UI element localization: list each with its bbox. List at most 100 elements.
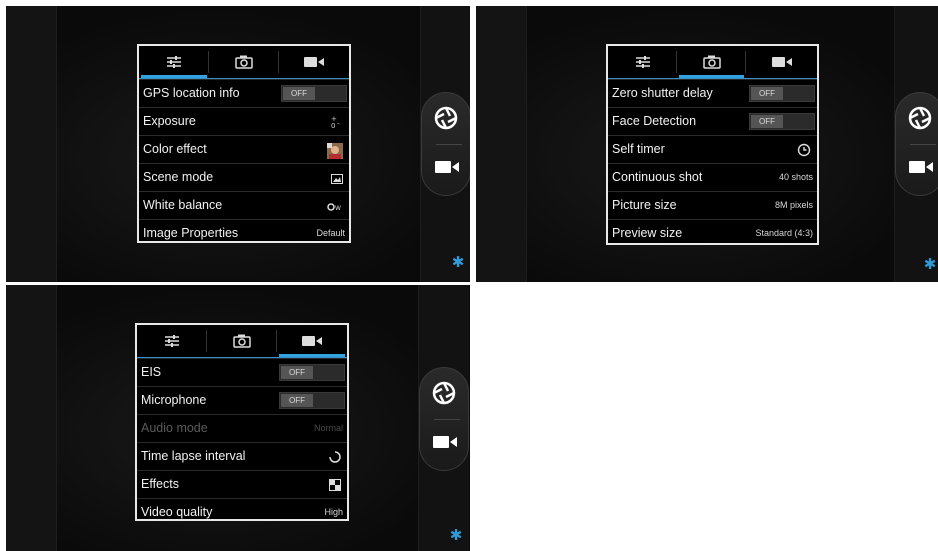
setting-value: Normal xyxy=(313,423,343,433)
camera-controls-bar: ✱ xyxy=(894,6,938,282)
screenshot-video-settings: ✱ EIS OFF Microphone OFF Audio mode Normal Tim… xyxy=(6,285,470,551)
setting-label: Audio mode xyxy=(141,421,208,435)
scene-mode-icon xyxy=(331,171,343,189)
setting-label: Video quality xyxy=(141,505,213,519)
camera-icon xyxy=(235,55,253,74)
sliders-icon xyxy=(635,55,651,74)
mode-switcher xyxy=(895,92,938,196)
setting-label: Face Detection xyxy=(612,114,697,128)
tab-settings[interactable] xyxy=(139,46,209,78)
tab-camera[interactable] xyxy=(207,325,277,357)
setting-label: Picture size xyxy=(612,198,677,212)
setting-row[interactable]: White balance W xyxy=(139,191,349,219)
toggle-state-label: OFF xyxy=(751,115,783,128)
svg-text:0: 0 xyxy=(331,122,335,129)
toggle-switch[interactable]: OFF xyxy=(279,392,345,409)
toggle-state-label: OFF xyxy=(281,394,313,407)
left-bezel xyxy=(6,285,57,551)
tab-video[interactable] xyxy=(746,46,817,78)
toggle-switch[interactable]: OFF xyxy=(279,364,345,381)
settings-panel: GPS location info OFF Exposure +0- Color eff… xyxy=(137,44,351,243)
setting-row[interactable]: Video quality High xyxy=(137,498,347,526)
exposure-icon: +0- xyxy=(329,115,343,134)
setting-row[interactable]: Self timer xyxy=(608,135,817,163)
camera-icon xyxy=(233,334,251,353)
shutter-icon[interactable] xyxy=(432,381,456,405)
screenshot-camera-settings: ✱ Zero shutter delay OFF Face Detection OFF… xyxy=(476,6,938,282)
white-balance-auto-icon: W xyxy=(327,199,343,217)
setting-row[interactable]: Scene mode xyxy=(139,163,349,191)
setting-row[interactable]: Image Properties Default xyxy=(139,219,349,247)
setting-row[interactable]: Preview size Standard (4:3) xyxy=(608,219,817,247)
toggle-state-label: OFF xyxy=(281,366,313,379)
setting-row[interactable]: Microphone OFF xyxy=(137,386,347,414)
setting-label: Preview size xyxy=(612,226,683,240)
video-mode-icon[interactable] xyxy=(433,434,457,450)
timer-icon xyxy=(797,143,811,162)
video-camera-icon xyxy=(304,55,324,73)
setting-row[interactable]: Time lapse interval xyxy=(137,442,347,470)
setting-row[interactable]: Zero shutter delay OFF xyxy=(608,79,817,107)
setting-label: Exposure xyxy=(143,114,196,128)
tab-video[interactable] xyxy=(277,325,347,357)
tab-settings[interactable] xyxy=(137,325,207,357)
setting-row[interactable]: Effects xyxy=(137,470,347,498)
tab-settings[interactable] xyxy=(608,46,677,78)
toggle-switch[interactable]: OFF xyxy=(281,85,347,102)
time-lapse-icon xyxy=(329,450,341,468)
svg-text:W: W xyxy=(335,205,341,212)
settings-panel: Zero shutter delay OFF Face Detection OFF Se… xyxy=(606,44,819,245)
settings-tab-bar xyxy=(608,46,817,79)
mode-switcher xyxy=(419,367,469,471)
tab-camera[interactable] xyxy=(209,46,279,78)
setting-value: 8M pixels xyxy=(774,200,813,210)
setting-value: Default xyxy=(316,228,345,238)
setting-label: White balance xyxy=(143,198,223,212)
setting-label: Microphone xyxy=(141,393,207,407)
shutter-icon[interactable] xyxy=(434,106,458,130)
screenshot-general-settings: ✱ GPS location info OFF Exposure +0- Color e… xyxy=(6,6,470,282)
setting-label: EIS xyxy=(141,365,162,379)
effects-icon xyxy=(329,478,341,496)
settings-gear-icon[interactable]: ✱ xyxy=(923,257,937,272)
settings-panel: EIS OFF Microphone OFF Audio mode Normal Time … xyxy=(135,323,349,521)
setting-label: GPS location info xyxy=(143,86,240,100)
svg-text:-: - xyxy=(337,120,340,128)
setting-row[interactable]: EIS OFF xyxy=(137,358,347,386)
setting-row[interactable]: Color effect xyxy=(139,135,349,163)
shutter-icon[interactable] xyxy=(908,106,932,130)
setting-row[interactable]: Continuous shot 40 shots xyxy=(608,163,817,191)
color-effect-thumbnail xyxy=(327,143,343,164)
toggle-switch[interactable]: OFF xyxy=(749,113,815,130)
setting-label: Color effect xyxy=(143,142,207,156)
video-mode-icon[interactable] xyxy=(435,159,459,175)
settings-gear-icon[interactable]: ✱ xyxy=(449,528,463,543)
setting-label: Zero shutter delay xyxy=(612,86,713,100)
setting-label: Self timer xyxy=(612,142,665,156)
tab-camera[interactable] xyxy=(677,46,746,78)
toggle-switch[interactable]: OFF xyxy=(749,85,815,102)
setting-value: High xyxy=(324,507,343,517)
settings-gear-icon[interactable]: ✱ xyxy=(451,255,465,270)
left-bezel xyxy=(476,6,527,282)
settings-tab-bar xyxy=(139,46,349,79)
setting-row: Audio mode Normal xyxy=(137,414,347,442)
setting-value: Standard (4:3) xyxy=(755,228,813,238)
setting-row[interactable]: Exposure +0- xyxy=(139,107,349,135)
mode-switcher xyxy=(421,92,470,196)
camera-controls-bar: ✱ xyxy=(418,285,469,551)
sliders-icon xyxy=(166,55,182,74)
setting-label: Continuous shot xyxy=(612,170,703,184)
tab-video[interactable] xyxy=(279,46,349,78)
setting-value: 40 shots xyxy=(778,172,813,182)
setting-row[interactable]: Face Detection OFF xyxy=(608,107,817,135)
left-bezel xyxy=(6,6,57,282)
toggle-state-label: OFF xyxy=(751,87,783,100)
video-mode-icon[interactable] xyxy=(909,159,933,175)
setting-row[interactable]: Picture size 8M pixels xyxy=(608,191,817,219)
video-camera-icon xyxy=(771,55,792,73)
setting-label: Image Properties xyxy=(143,226,239,240)
settings-tab-bar xyxy=(137,325,347,358)
setting-row[interactable]: GPS location info OFF xyxy=(139,79,349,107)
camera-icon xyxy=(702,55,721,74)
